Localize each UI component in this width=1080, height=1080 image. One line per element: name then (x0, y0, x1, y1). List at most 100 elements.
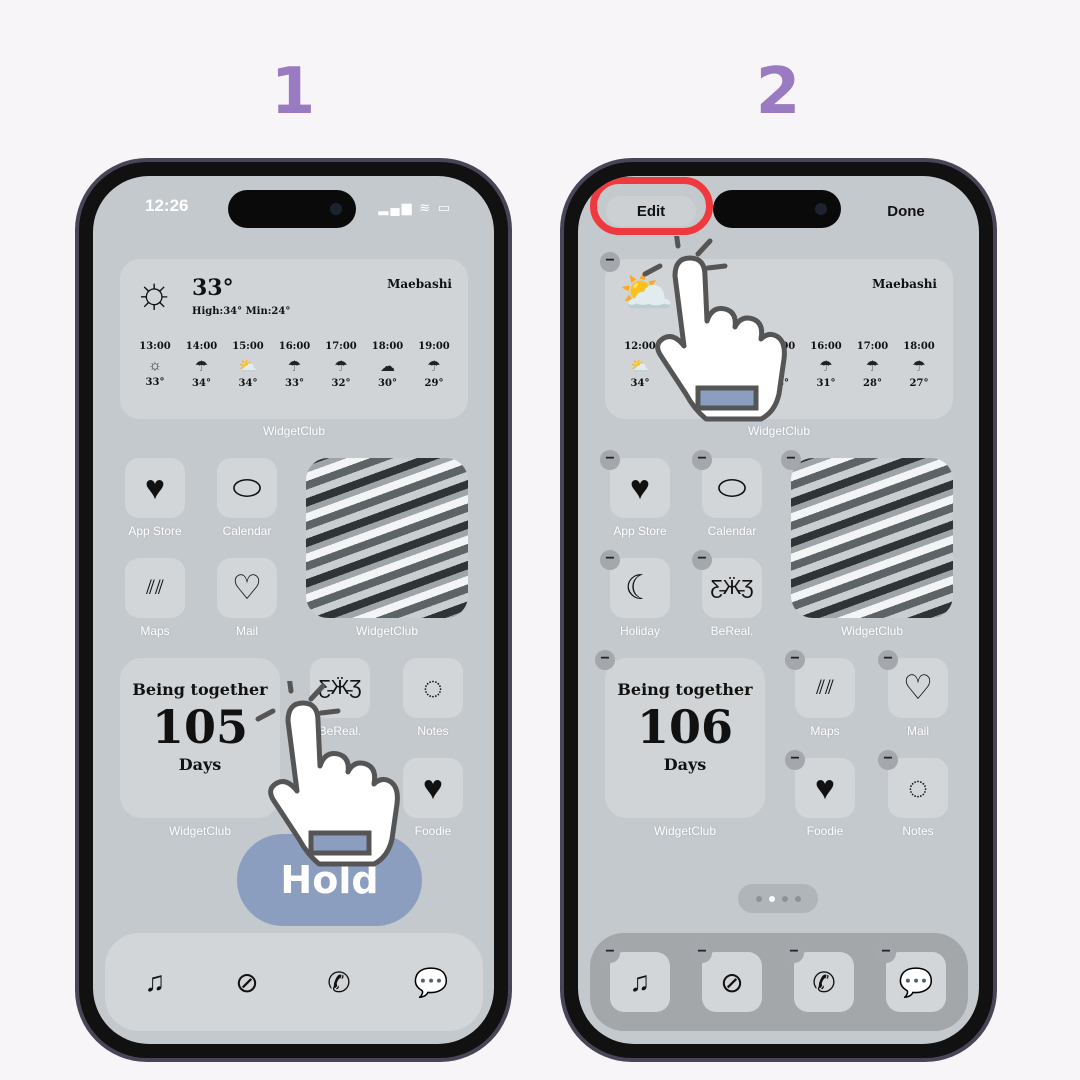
remove-badge[interactable]: − (692, 450, 712, 470)
hour-temp: 27° (909, 378, 929, 389)
remove-badge[interactable]: − (785, 650, 805, 670)
days-counter-widget[interactable]: Being together 106 Days (605, 658, 765, 818)
weather-temp: 33° (192, 275, 234, 301)
weather-hour-icon: ⛅ (238, 358, 258, 375)
weather-hour: 18:00 ☂ 27° (898, 341, 940, 389)
weather-hour-icon: ☂ (427, 358, 441, 375)
app-icon-holiday[interactable]: ☾ (610, 558, 670, 618)
page-dot[interactable] (755, 895, 762, 902)
app-icon-mail[interactable]: ♡ (217, 558, 277, 618)
app-icon-calendar[interactable]: ⬭ (217, 458, 277, 518)
hour-time: 16:00 (810, 341, 842, 352)
weather-hilo: High:34° Min:24° (192, 306, 291, 317)
app-label: Mail (235, 624, 258, 638)
weather-hour-icon: ☼ (148, 357, 162, 374)
counter-title: Being together (617, 680, 753, 699)
app-icon-foodie[interactable]: ♥ (403, 758, 463, 818)
app-label: Calendar (707, 524, 757, 538)
page-dot[interactable] (768, 895, 775, 902)
page-dot[interactable] (794, 895, 801, 902)
hour-time: 17:00 (856, 341, 889, 352)
remove-badge[interactable]: − (876, 943, 896, 963)
weather-hour-icon: ☂ (194, 358, 209, 375)
marble-photo-widget[interactable] (306, 458, 468, 618)
music-icon[interactable]: ♫ (610, 952, 670, 1012)
counter-unit: Days (663, 755, 707, 774)
widget-label: WidgetClub (840, 624, 904, 638)
page-indicator[interactable] (738, 884, 818, 913)
weather-hour: 17:00 ☂ 32° (320, 341, 362, 389)
hour-time: 17:00 (325, 341, 357, 352)
phone-icon[interactable]: ✆ (794, 952, 854, 1012)
phone-frame: EditDone⛅Maebashi12:00⛅34°13:00☁34°14:00… (560, 158, 997, 1062)
app-icon-bereal[interactable]: Ƹ̵Ӝ̵Ʒ (702, 558, 762, 618)
weather-hour-icon: ☂ (334, 358, 348, 375)
done-button[interactable]: Done (868, 196, 944, 226)
remove-badge[interactable]: − (785, 750, 805, 770)
home-screen: EditDone⛅Maebashi12:00⛅34°13:00☁34°14:00… (578, 176, 979, 1044)
app-icon-notes[interactable]: ◌ (403, 658, 463, 718)
widget-label: WidgetClub (355, 624, 419, 638)
page-dot[interactable] (781, 895, 788, 902)
hour-time: 13:00 (139, 341, 171, 352)
counter-count: 106 (636, 700, 734, 754)
weather-hour-icon: ☂ (819, 358, 833, 375)
app-label: BeReal. (710, 624, 754, 638)
weather-hour-icon: ☁ (380, 358, 395, 375)
remove-badge[interactable]: − (781, 450, 801, 470)
app-icon-maps[interactable]: ⫽⫽ (125, 558, 185, 618)
weather-city: Maebashi (387, 277, 452, 291)
status-time: 12:26 (145, 196, 189, 215)
app-icon-maps[interactable]: ⫽⫽ (795, 658, 855, 718)
weather-hour: 14:00 ☂ 34° (181, 341, 223, 389)
hour-time: 15:00 (232, 341, 264, 352)
remove-badge[interactable]: − (692, 943, 712, 963)
edit-highlight (590, 177, 713, 235)
hour-temp: 28° (863, 378, 882, 389)
hour-temp: 29° (424, 378, 444, 389)
widget-label: WidgetClub (168, 824, 232, 838)
status-icons: ▂▄▆ ≋ ▭ (378, 200, 452, 215)
hour-time: 16:00 (278, 341, 311, 352)
remove-badge[interactable]: − (600, 943, 620, 963)
remove-badge[interactable]: − (600, 550, 620, 570)
camera-icon (815, 203, 827, 215)
marble-photo-widget[interactable] (791, 458, 953, 618)
remove-badge[interactable]: − (692, 550, 712, 570)
message-icon[interactable]: 💬 (886, 952, 946, 1012)
app-label: Mail (906, 724, 929, 738)
remove-badge[interactable]: − (878, 650, 898, 670)
remove-badge[interactable]: − (600, 450, 620, 470)
weather-widget[interactable]: ☼ 33° High:34° Min:24° Maebashi 13:00 ☼ 33° 14:… (120, 259, 468, 419)
app-icon-foodie[interactable]: ♥ (795, 758, 855, 818)
app-icon-mail[interactable]: ♡ (888, 658, 948, 718)
weather-hour-icon: ☂ (287, 358, 302, 375)
compass-icon[interactable]: ⊘ (702, 952, 762, 1012)
app-icon-notes[interactable]: ◌ (888, 758, 948, 818)
phone-bezel: EditDone⛅Maebashi12:00⛅34°13:00☁34°14:00… (564, 162, 993, 1058)
phone-icon[interactable]: ✆ (309, 952, 369, 1012)
app-icon-calendar[interactable]: ⬭ (702, 458, 762, 518)
sun-icon: ☼ (134, 268, 175, 317)
remove-badge[interactable]: − (600, 252, 620, 272)
remove-badge[interactable]: − (595, 650, 615, 670)
dock: ♫ − ⊘ − ✆ − 💬 − (590, 933, 968, 1031)
app-icon-app-store[interactable]: ♥ (610, 458, 670, 518)
weather-hour: 15:00 ⛅ 34° (227, 341, 269, 389)
dock: ♫ ⊘ ✆ 💬 (105, 933, 483, 1031)
music-icon[interactable]: ♫ (125, 952, 185, 1012)
hour-temp: 31° (816, 378, 836, 389)
hour-time: 14:00 (185, 341, 218, 352)
dynamic-island (713, 190, 841, 228)
phone-bezel: 12:26 ▂▄▆ ≋ ▭ ☼ 33° High:34° Min:24° Maebashi… (79, 162, 508, 1058)
weather-hour: 17:00 ☂ 28° (852, 341, 894, 389)
app-label: Calendar (222, 524, 272, 538)
remove-badge[interactable]: − (878, 750, 898, 770)
message-icon[interactable]: 💬 (401, 952, 461, 1012)
compass-icon[interactable]: ⊘ (217, 952, 277, 1012)
weather-hour: 16:00 ☂ 31° (805, 341, 847, 389)
widget-label: WidgetClub (653, 824, 717, 838)
remove-badge[interactable]: − (784, 943, 804, 963)
hour-temp: 32° (331, 378, 351, 389)
app-icon-app-store[interactable]: ♥ (125, 458, 185, 518)
